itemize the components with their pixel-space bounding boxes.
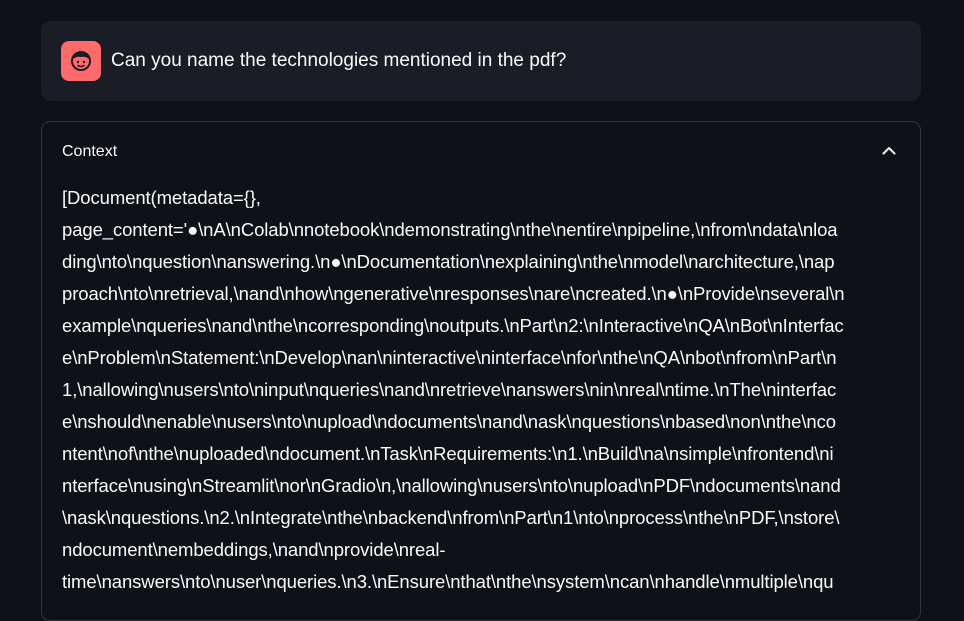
context-line: nterface\nusing\nStreamlit\nor\nGradio\n… bbox=[62, 475, 841, 496]
context-line: ntent\nof\nthe\nuploaded\ndocument.\nTas… bbox=[62, 443, 834, 464]
context-line: 1,\nallowing\nusers\nto\ninput\nqueries\… bbox=[62, 379, 837, 400]
context-line: ding\nto\nquestion\nanswering.\n●\nDocum… bbox=[62, 251, 835, 272]
user-face-icon bbox=[71, 51, 91, 71]
context-line: e\nshould\nenable\nusers\nto\nupload\ndo… bbox=[62, 411, 836, 432]
context-line: page_content='●\nA\nColab\nnotebook\ndem… bbox=[62, 219, 838, 240]
context-expander-header[interactable]: Context bbox=[42, 122, 920, 180]
context-line: proach\nto\nretrieval,\nand\nhow\ngenera… bbox=[62, 283, 845, 304]
user-message-text: Can you name the technologies mentioned … bbox=[111, 50, 567, 71]
context-line: [Document(metadata={}, bbox=[62, 187, 261, 208]
context-expander: Context [Document(metadata={}, page_conte… bbox=[41, 121, 921, 621]
context-line: ndocument\nembeddings,\nand\nprovide\nre… bbox=[62, 539, 446, 560]
context-line: time\nanswers\nto\nuser\nqueries.\n3.\nE… bbox=[62, 571, 834, 592]
context-line: \nask\nquestions.\n2.\nIntegrate\nthe\nb… bbox=[62, 507, 840, 528]
user-avatar bbox=[61, 41, 101, 81]
context-line: example\nqueries\nand\nthe\ncorrespondin… bbox=[62, 315, 844, 336]
chat-message-user: Can you name the technologies mentioned … bbox=[41, 21, 921, 101]
context-expander-label: Context bbox=[62, 143, 118, 160]
context-text: [Document(metadata={}, page_content='●\nA… bbox=[62, 182, 902, 598]
chevron-up-icon[interactable] bbox=[880, 142, 898, 160]
context-line: e\nProblem\nStatement:\nDevelop\nan\nint… bbox=[62, 347, 837, 368]
